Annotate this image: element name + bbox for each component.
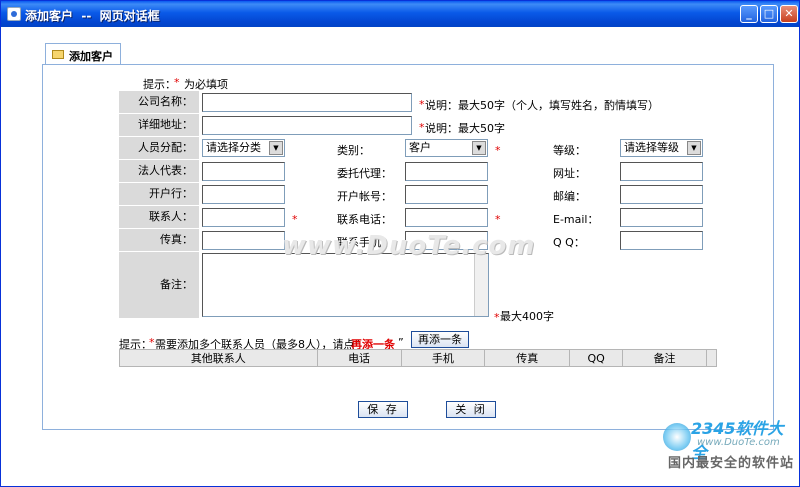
contacts-header-row: 其他联系人 电话 手机 传真 QQ 备注 bbox=[119, 349, 718, 367]
tab-add-customer[interactable]: 添加客户 bbox=[45, 43, 121, 65]
ie-page-icon bbox=[7, 7, 21, 21]
col-qq: QQ bbox=[569, 349, 624, 367]
maximize-button[interactable]: □ bbox=[760, 5, 778, 23]
company-name-label: 公司名称： bbox=[119, 91, 199, 113]
fax-label: 传真： bbox=[119, 229, 199, 251]
logo-url-text: www.DuoTe.com bbox=[697, 437, 780, 448]
address-label: 详细地址： bbox=[119, 114, 199, 136]
category-select[interactable]: 客户 ▼ bbox=[405, 139, 488, 157]
save-button[interactable]: 保 存 bbox=[358, 401, 408, 418]
company-name-asterisk: * bbox=[419, 98, 425, 111]
tab-label: 添加客户 bbox=[69, 50, 113, 63]
dialog-content: 添加客户 提示： * 为必填项 公司名称： * 说明：最大50字（个人，填写姓名… bbox=[1, 27, 799, 486]
category-asterisk: * bbox=[495, 144, 501, 157]
remark-asterisk: * bbox=[494, 311, 500, 324]
col-remark: 备注 bbox=[622, 349, 707, 367]
website-label: 网址： bbox=[553, 167, 586, 180]
agent-label: 委托代理： bbox=[337, 167, 392, 180]
category-selected-value: 客户 bbox=[409, 141, 431, 154]
contact-asterisk: * bbox=[292, 213, 298, 226]
address-note: 说明：最大50字 bbox=[425, 122, 505, 135]
address-input[interactable] bbox=[202, 116, 412, 135]
assign-select[interactable]: 请选择分类 ▼ bbox=[202, 139, 285, 157]
legal-rep-label: 法人代表： bbox=[119, 160, 199, 182]
watermark-slogan: 国内最安全的软件站 bbox=[668, 456, 795, 471]
remark-note: 最大400字 bbox=[500, 310, 554, 323]
agent-input[interactable] bbox=[405, 162, 488, 181]
minimize-button[interactable]: _ bbox=[740, 5, 758, 23]
dropdown-arrow-icon: ▼ bbox=[269, 141, 283, 155]
watermark-text: www.DuoTe.com bbox=[282, 231, 536, 261]
required-tip-prefix: 提示： bbox=[143, 78, 176, 91]
folder-icon bbox=[52, 50, 64, 59]
company-name-input[interactable] bbox=[202, 93, 412, 112]
col-spacer bbox=[705, 349, 718, 367]
fax-input[interactable] bbox=[202, 231, 285, 250]
grade-selected-value: 请选择等级 bbox=[624, 141, 679, 154]
postcode-input[interactable] bbox=[620, 185, 703, 204]
phone-input[interactable] bbox=[405, 208, 488, 227]
col-mobile: 手机 bbox=[400, 349, 486, 367]
remark-scrollbar[interactable] bbox=[474, 254, 488, 316]
phone-asterisk: * bbox=[495, 213, 501, 226]
contacts-tip-suffix: ” bbox=[398, 336, 404, 349]
col-other-contact: 其他联系人 bbox=[119, 349, 318, 367]
remark-textarea[interactable] bbox=[202, 253, 489, 317]
website-input[interactable] bbox=[620, 162, 703, 181]
assign-selected-value: 请选择分类 bbox=[206, 141, 261, 154]
address-asterisk: * bbox=[419, 121, 425, 134]
close-button[interactable]: 关 闭 bbox=[446, 401, 496, 418]
required-tip-text: 为必填项 bbox=[184, 78, 228, 91]
postcode-label: 邮编： bbox=[553, 190, 586, 203]
company-name-note: 说明：最大50字（个人，填写姓名，酌情填写） bbox=[425, 99, 659, 112]
add-contact-button[interactable]: 再添一条 bbox=[411, 331, 469, 348]
bank-label: 开户行： bbox=[119, 183, 199, 205]
assign-label: 人员分配： bbox=[119, 137, 199, 159]
dropdown-arrow-icon: ▼ bbox=[472, 141, 486, 155]
contact-label: 联系人： bbox=[119, 206, 199, 228]
grade-select[interactable]: 请选择等级 ▼ bbox=[620, 139, 703, 157]
account-label: 开户帐号： bbox=[337, 190, 392, 203]
contact-input[interactable] bbox=[202, 208, 285, 227]
dialog-window: 添加客户 -- 网页对话框 _ □ ✕ 添加客户 提示： * 为必填项 公司名称… bbox=[0, 0, 800, 487]
account-input[interactable] bbox=[405, 185, 488, 204]
qq-label: Q Q： bbox=[553, 236, 585, 249]
legal-rep-input[interactable] bbox=[202, 162, 285, 181]
logo-ball-icon bbox=[663, 423, 691, 451]
phone-label: 联系电话： bbox=[337, 213, 392, 226]
grade-label: 等级： bbox=[553, 144, 586, 157]
remark-label: 备注： bbox=[119, 252, 199, 318]
required-asterisk: * bbox=[174, 76, 180, 89]
title-bar[interactable]: 添加客户 -- 网页对话框 _ □ ✕ bbox=[1, 1, 799, 27]
col-fax: 传真 bbox=[484, 349, 571, 367]
contacts-table: 其他联系人 电话 手机 传真 QQ 备注 bbox=[119, 349, 718, 367]
category-label: 类别： bbox=[337, 144, 370, 157]
qq-input[interactable] bbox=[620, 231, 703, 250]
email-label: E-mail： bbox=[553, 213, 599, 226]
dropdown-arrow-icon: ▼ bbox=[687, 141, 701, 155]
window-title: 添加客户 -- 网页对话框 bbox=[25, 9, 160, 23]
col-phone: 电话 bbox=[316, 349, 402, 367]
close-window-button[interactable]: ✕ bbox=[780, 5, 798, 23]
bank-input[interactable] bbox=[202, 185, 285, 204]
email-input[interactable] bbox=[620, 208, 703, 227]
